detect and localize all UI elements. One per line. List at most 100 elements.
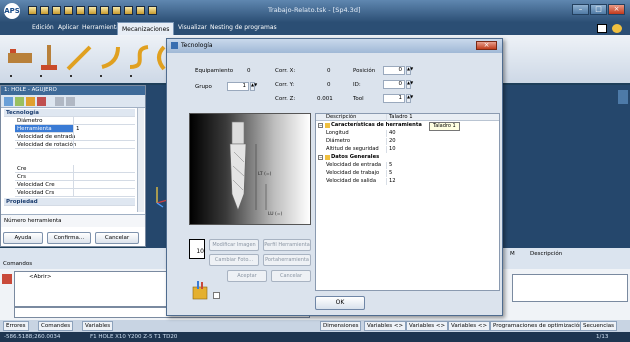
quick-redo-icon[interactable] (88, 6, 97, 15)
menu-edicion[interactable]: Edición (32, 24, 54, 31)
row-velocidad-rotacion[interactable]: Velocidad de rotación (15, 141, 135, 149)
tab-variables-2[interactable]: Variables <> (406, 321, 449, 331)
perfil-herramienta-button[interactable]: Perfil Herramienta (263, 239, 311, 251)
row-value[interactable]: 20 (386, 138, 499, 145)
tab-errores[interactable]: Errores (3, 321, 29, 331)
help-button[interactable]: Ayuda (3, 232, 43, 244)
tool-input[interactable]: 1 (383, 94, 405, 103)
cancelar-button[interactable]: Cancelar (271, 270, 311, 282)
quick-copy-icon[interactable] (112, 6, 121, 15)
tool-spinner[interactable]: ▲▼ (406, 94, 413, 103)
row-value[interactable]: 1 (73, 125, 135, 133)
quick-save-icon[interactable] (52, 6, 61, 15)
command-tool-icon[interactable] (2, 274, 12, 284)
menu-nesting-de-programas[interactable]: Nesting de programas (210, 24, 277, 31)
dialog-close-button[interactable]: × (476, 41, 497, 50)
row-diametro[interactable]: Diámetro (15, 117, 135, 125)
row-value[interactable]: 12 (386, 178, 499, 185)
cambiar-foto-button[interactable]: Cambiar Foto... (209, 254, 259, 266)
row-value[interactable] (73, 117, 135, 125)
drill-tool-icon[interactable] (38, 43, 60, 73)
app-logo[interactable]: APS (4, 3, 20, 19)
tab-variables[interactable]: Variables (82, 321, 114, 331)
row-velocidad-cre[interactable]: Velocidad Cre (15, 181, 135, 189)
filter-icon[interactable] (15, 97, 24, 106)
tab-variables-3[interactable]: Variables <> (448, 321, 491, 331)
id-spinner[interactable]: ▲▼ (406, 80, 413, 89)
quick-paste-icon[interactable] (124, 6, 133, 15)
aceptar-button[interactable]: Aceptar (227, 270, 267, 282)
quick-undo-icon[interactable] (76, 6, 85, 15)
circle-tool-icon[interactable] (152, 43, 166, 73)
row-value[interactable]: 10 (386, 146, 499, 153)
move-up-icon[interactable] (55, 97, 64, 106)
cancel-button[interactable]: Cancelar (95, 232, 139, 244)
maximize-button[interactable]: □ (590, 4, 607, 15)
grupo-spinner[interactable]: ▲▼ (250, 82, 257, 91)
collapse-icon[interactable]: − (318, 123, 323, 128)
tab-comandes[interactable]: Comandes (38, 321, 74, 331)
group-propiedad[interactable]: Propiedad (4, 198, 135, 206)
group-datos-generales[interactable]: − Datos Generales (316, 154, 499, 161)
row-velocidad-entrada[interactable]: Velocidad de entrada (15, 133, 135, 141)
collapse-icon[interactable]: − (318, 155, 323, 160)
row-value[interactable] (73, 165, 135, 173)
table-row[interactable]: Velocidad de entrada 5 (316, 162, 499, 169)
id-input[interactable]: 0 (383, 80, 405, 89)
delete-icon[interactable] (37, 97, 46, 106)
minimize-button[interactable]: – (572, 4, 589, 15)
arc-tool-icon[interactable] (98, 43, 124, 73)
table-row[interactable]: Longitud 40 (316, 130, 499, 137)
help-icon[interactable] (597, 24, 607, 33)
column-descripcion[interactable]: Descripción (530, 251, 562, 257)
move-down-icon[interactable] (66, 97, 75, 106)
row-herramienta[interactable]: Herramienta 1 (15, 125, 135, 133)
quick-settings-icon[interactable] (136, 6, 145, 15)
curve-tool-icon[interactable] (126, 43, 152, 73)
ok-button[interactable]: OK (315, 296, 365, 310)
group-caracteristicas[interactable]: − Características de herramienta (316, 122, 499, 129)
line-tool-icon[interactable] (64, 43, 94, 73)
row-crs[interactable]: Crs (15, 173, 135, 181)
row-value[interactable] (73, 133, 135, 141)
row-value[interactable] (73, 181, 135, 189)
grupo-input[interactable]: 1 (227, 82, 249, 91)
menu-aplicar[interactable]: Aplicar (58, 24, 79, 31)
table-row[interactable]: Diámetro 20 (316, 138, 499, 145)
portaherramienta-button[interactable]: Portaherramienta (263, 254, 311, 266)
quick-open-icon[interactable] (40, 6, 49, 15)
option-checkbox[interactable] (213, 292, 220, 299)
row-value[interactable] (73, 173, 135, 181)
group-tecnologia[interactable]: Tecnología (4, 109, 135, 117)
close-button[interactable]: × (608, 4, 625, 15)
row-value[interactable]: 5 (386, 162, 499, 169)
menu-mecanizaciones[interactable]: Mecanizaciones (117, 22, 175, 35)
quick-help-icon[interactable] (148, 6, 157, 15)
tab-dimensiones[interactable]: Dimensiones (320, 321, 362, 331)
modificar-imagen-button[interactable]: Modificar Imagen (209, 239, 259, 251)
row-value[interactable]: 40 (386, 130, 499, 137)
property-scrollbar[interactable] (137, 108, 144, 212)
menu-visualizar[interactable]: Visualizar (178, 24, 207, 31)
dialog-title-bar[interactable]: Tecnología (167, 39, 502, 53)
sort-icon[interactable] (4, 97, 13, 106)
posicion-input[interactable]: 0 (383, 66, 405, 75)
quick-cut-icon[interactable] (100, 6, 109, 15)
options-icon[interactable] (612, 24, 622, 33)
quick-print-icon[interactable] (64, 6, 73, 15)
canvas-side-tab[interactable] (618, 90, 628, 104)
posicion-spinner[interactable]: ▲▼ (406, 66, 413, 75)
row-value[interactable]: 5 (386, 170, 499, 177)
tab-variables-1[interactable]: Variables <> (364, 321, 407, 331)
tab-secuencias[interactable]: Secuencias (580, 321, 618, 331)
quick-new-icon[interactable] (28, 6, 37, 15)
row-velocidad-crs[interactable]: Velocidad Crs (15, 189, 135, 197)
table-row[interactable]: Altitud de seguridad 10 (316, 146, 499, 153)
row-value[interactable] (73, 141, 135, 149)
column-m[interactable]: M (510, 251, 515, 257)
header-value[interactable]: Taladro 1 (386, 114, 499, 121)
saw-tool-icon[interactable] (6, 43, 34, 73)
table-row[interactable]: Velocidad de salida 12 (316, 178, 499, 185)
table-row[interactable]: Velocidad de trabajo 5 (316, 170, 499, 177)
confirm-button[interactable]: Confirma... (47, 232, 91, 244)
